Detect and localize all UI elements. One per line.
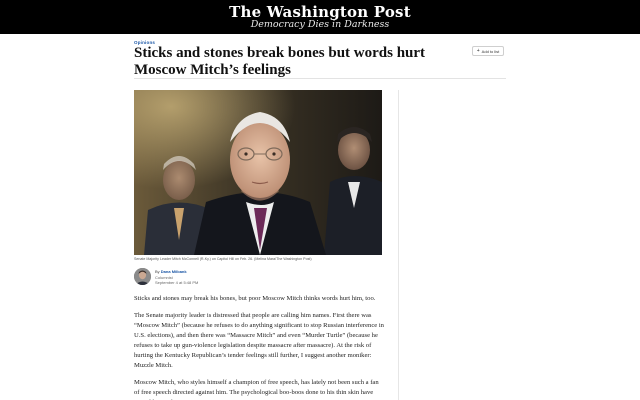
photo-caption: Senate Majority Leader Mitch McConnell (…: [134, 257, 312, 261]
article-paragraph: Sticks and stones may break his bones, b…: [134, 295, 376, 302]
site-tagline: Democracy Dies in Darkness: [250, 19, 390, 30]
masthead: The Washington Post Democracy Dies in Da…: [0, 0, 640, 34]
article-paragraph: The Senate majority leader is distressed…: [134, 312, 384, 369]
plus-icon: +: [476, 47, 480, 54]
byline: By Dana Milbank Columnist September 4 at…: [134, 268, 334, 288]
sidebar-divider: [398, 90, 399, 400]
add-to-list-button[interactable]: + Add to list: [472, 46, 504, 56]
article-photo[interactable]: [134, 90, 382, 255]
author-avatar[interactable]: [134, 268, 151, 285]
add-to-list-label: Add to list: [481, 48, 500, 54]
byline-by: By: [155, 269, 160, 274]
author-name-link[interactable]: Dana Milbank: [161, 269, 187, 274]
publish-date: September 4 at 5:48 PM: [155, 280, 199, 285]
byline-author-line: By Dana Milbank: [155, 269, 187, 274]
article-photo-image: [134, 90, 382, 255]
header-divider: [134, 78, 506, 79]
article-body: Sticks and stones may break his bones, b…: [134, 294, 384, 400]
site-logo[interactable]: The Washington Post: [0, 4, 640, 20]
article-headline: Sticks and stones break bones but words …: [134, 45, 426, 78]
author-avatar-image: [134, 268, 151, 285]
article-paragraph: Moscow Mitch, who styles himself a champ…: [134, 379, 379, 400]
